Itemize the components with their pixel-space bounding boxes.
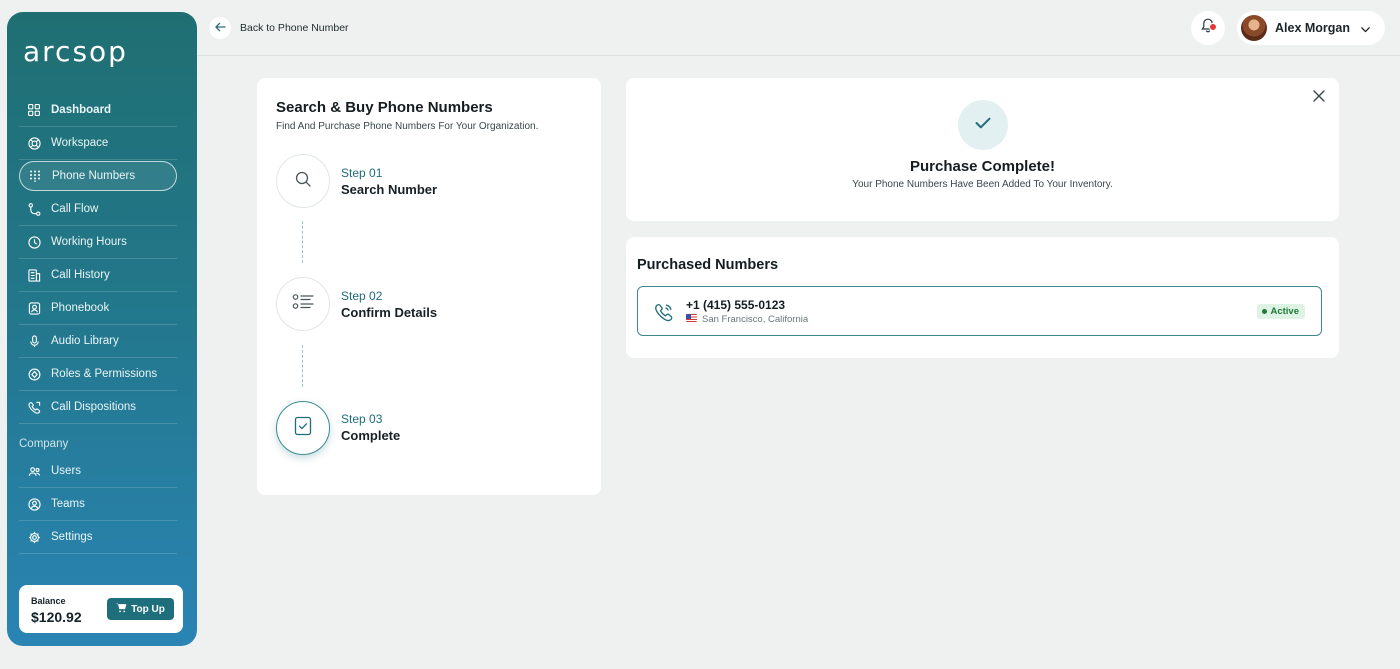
purchased-numbers-card: Purchased Numbers +1 (415) 555-0123 San …: [626, 237, 1339, 358]
main-nav: Dashboard Workspace Phone Numbers Call F…: [19, 94, 177, 424]
step-2-name: Confirm Details: [341, 305, 438, 320]
purchased-numbers-title: Purchased Numbers: [637, 257, 779, 273]
complete-title: Purchase Complete!: [909, 158, 1056, 175]
steps-subtitle: Find And Purchase Phone Numbers For Your…: [276, 121, 539, 132]
grid-icon: [27, 103, 41, 117]
user-name: Alex Morgan: [1275, 21, 1351, 35]
phone-icon: [27, 400, 41, 414]
document-check-icon: [294, 416, 312, 441]
step-1-number: Step 01: [341, 166, 383, 180]
step-connector: [302, 221, 303, 263]
list-item[interactable]: +1 (415) 555-0123 San Francisco, Califor…: [637, 286, 1322, 336]
close-icon: [1311, 90, 1327, 108]
list-icon: [292, 293, 314, 316]
sidebar-item-working-hours[interactable]: Working Hours: [19, 226, 177, 259]
top-up-label: Top Up: [131, 603, 165, 615]
arrow-left-icon: [214, 19, 226, 37]
brand-logo[interactable]: arcsop: [23, 34, 128, 68]
sidebar-item-audio-library[interactable]: Audio Library: [19, 325, 177, 358]
phone-number: +1 (415) 555-0123: [686, 298, 786, 312]
purchase-complete-card: Purchase Complete! Your Phone Numbers Ha…: [626, 78, 1339, 221]
step-connector: [302, 345, 303, 387]
sidebar-item-label: Working Hours: [51, 236, 127, 248]
section-label-company: Company: [19, 438, 69, 450]
status-label: Active: [1270, 306, 1299, 317]
close-button[interactable]: [1311, 88, 1327, 104]
step-2-circle: [276, 277, 330, 331]
back-button[interactable]: [209, 17, 231, 39]
sidebar-item-label: Call Dispositions: [51, 401, 137, 413]
sidebar-item-label: Users: [51, 465, 82, 477]
sidebar-item-label: Teams: [51, 498, 85, 510]
sidebar-item-label: Call Flow: [51, 203, 99, 215]
notifications-button[interactable]: [1191, 11, 1225, 45]
status-badge: Active: [1257, 304, 1305, 319]
phone-icon: [654, 302, 674, 327]
sidebar: arcsop Dashboard Workspace Phone Numbers…: [7, 12, 197, 646]
sidebar-item-call-flow[interactable]: Call Flow: [19, 193, 177, 226]
sidebar-item-phone-numbers[interactable]: Phone Numbers: [19, 161, 177, 191]
lifebuoy-icon: [27, 136, 41, 150]
history-icon: [27, 268, 41, 282]
sidebar-item-label: Call History: [51, 269, 110, 281]
step-1-circle: [276, 154, 330, 208]
sidebar-item-call-history[interactable]: Call History: [19, 259, 177, 292]
balance-widget: Balance $120.92 Top Up: [19, 585, 183, 633]
step-2-number: Step 02: [341, 289, 383, 303]
avatar: [1241, 15, 1267, 41]
sidebar-item-users[interactable]: Users: [19, 455, 177, 488]
logo-text: arcsop: [23, 34, 128, 68]
notification-badge: [1209, 23, 1217, 31]
dialpad-icon: [28, 169, 42, 183]
success-check: [958, 100, 1008, 150]
top-up-button[interactable]: Top Up: [107, 598, 174, 620]
status-dot: [1262, 309, 1268, 314]
gear-icon: [27, 530, 41, 544]
back-link[interactable]: Back to Phone Number: [240, 22, 349, 34]
sidebar-item-workspace[interactable]: Workspace: [19, 127, 177, 160]
step-3-circle: [276, 401, 330, 455]
user-menu[interactable]: Alex Morgan: [1237, 11, 1385, 45]
company-nav: Users Teams Settings: [19, 455, 177, 554]
step-3-number: Step 03: [341, 412, 383, 426]
balance-value: $120.92: [31, 609, 82, 625]
sidebar-item-settings[interactable]: Settings: [19, 521, 177, 554]
shield-icon: [27, 367, 41, 381]
sidebar-item-label: Roles & Permissions: [51, 368, 158, 380]
team-icon: [27, 497, 41, 511]
clock-icon: [27, 235, 41, 249]
chevron-down-icon: [1360, 22, 1371, 40]
sidebar-item-label: Settings: [51, 531, 93, 543]
phone-location: San Francisco, California: [702, 314, 809, 325]
sidebar-item-teams[interactable]: Teams: [19, 488, 177, 521]
balance-label: Balance: [31, 596, 66, 606]
microphone-icon: [27, 334, 41, 348]
sidebar-item-label: Audio Library: [51, 335, 119, 347]
contact-book-icon: [27, 301, 41, 315]
top-header: Back to Phone Number Alex Morgan: [197, 0, 1400, 56]
search-icon: [294, 170, 312, 193]
sidebar-item-dashboard[interactable]: Dashboard: [19, 94, 177, 127]
sidebar-item-label: Phonebook: [51, 302, 110, 314]
users-icon: [27, 464, 41, 478]
step-3-name: Complete: [341, 428, 401, 443]
cart-icon: [116, 603, 127, 616]
sidebar-item-label: Dashboard: [51, 104, 112, 116]
sidebar-item-roles-permissions[interactable]: Roles & Permissions: [19, 358, 177, 391]
us-flag-icon: [686, 314, 697, 322]
sidebar-item-label: Workspace: [51, 137, 109, 149]
complete-subtitle: Your Phone Numbers Have Been Added To Yo…: [852, 179, 1113, 190]
step-1-name: Search Number: [341, 182, 438, 197]
check-icon: [975, 116, 991, 134]
sidebar-item-call-dispositions[interactable]: Call Dispositions: [19, 391, 177, 424]
sidebar-item-label: Phone Numbers: [52, 170, 136, 182]
steps-card: Search & Buy Phone Numbers Find And Purc…: [257, 78, 601, 495]
sidebar-item-phonebook[interactable]: Phonebook: [19, 292, 177, 325]
steps-title: Search & Buy Phone Numbers: [276, 99, 493, 116]
flow-icon: [27, 202, 41, 216]
